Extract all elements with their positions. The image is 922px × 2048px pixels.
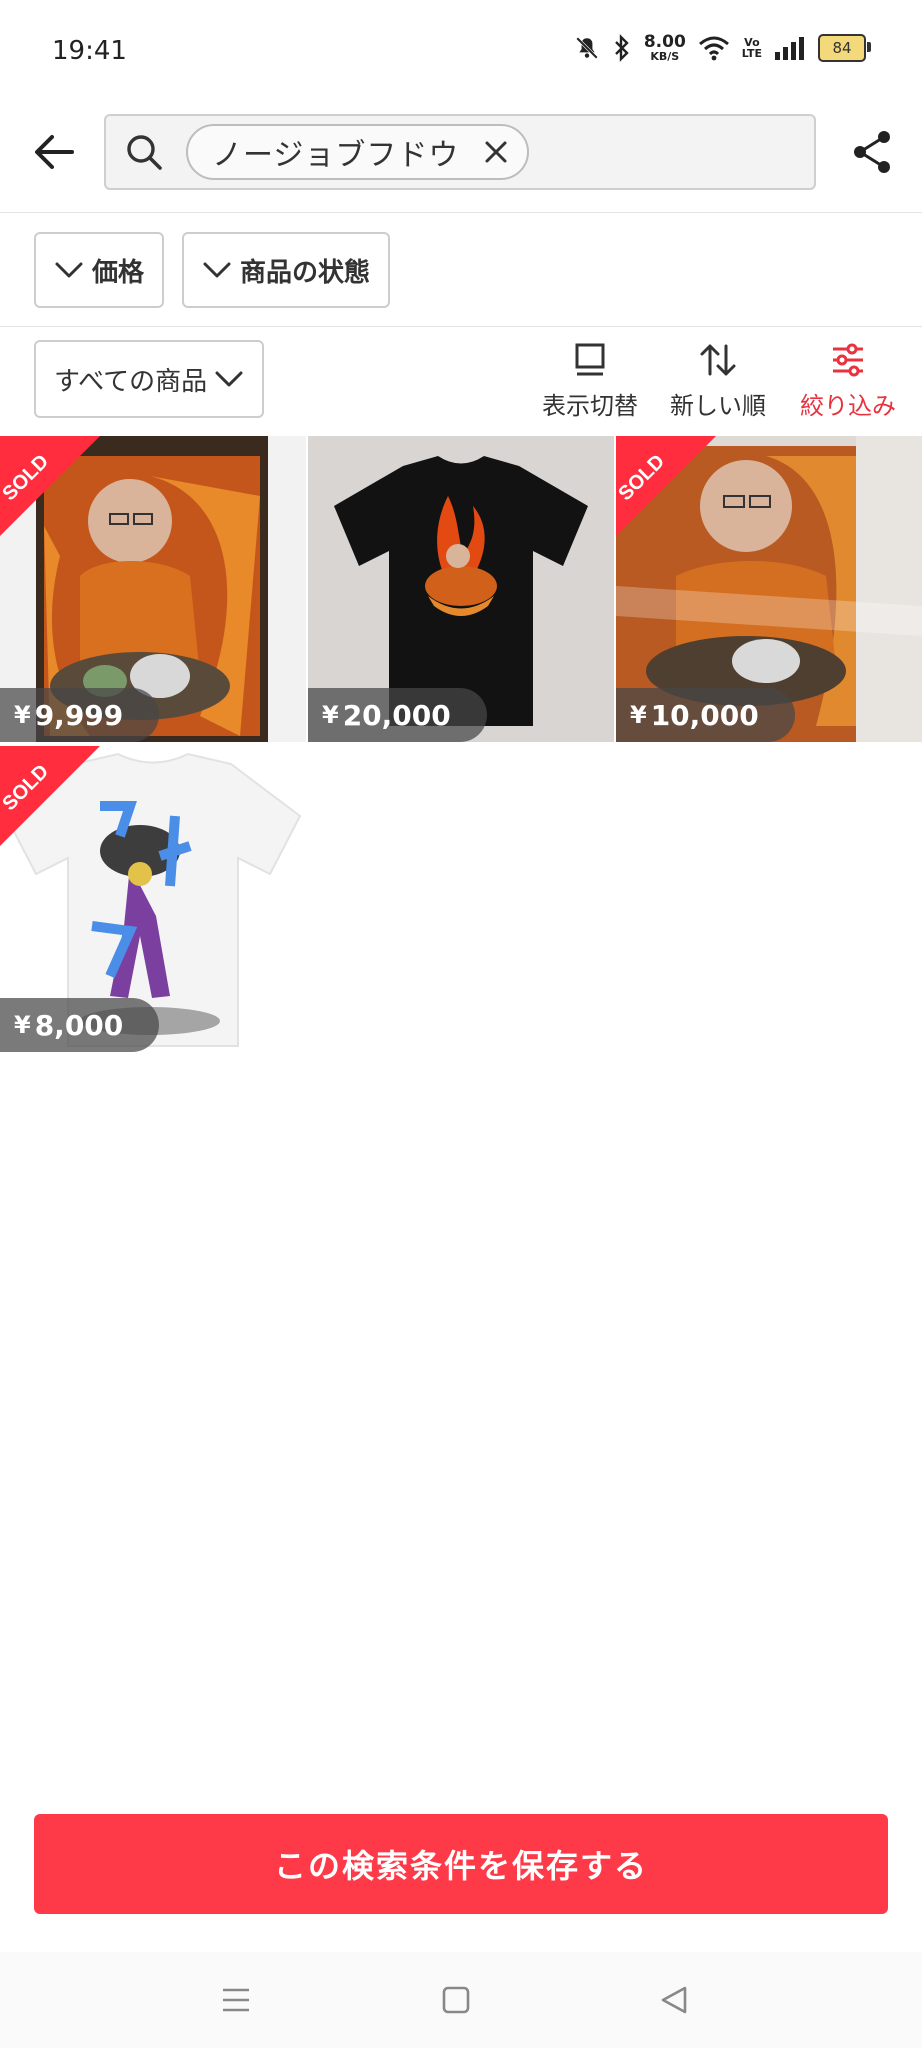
- item-card[interactable]: SOLD ¥ 8,000: [0, 746, 306, 1052]
- price-tag: ¥ 9,999: [0, 688, 160, 742]
- currency-symbol: ¥: [322, 701, 339, 729]
- menu-icon: [223, 1988, 249, 2012]
- sold-badge: SOLD: [0, 436, 100, 536]
- item-card[interactable]: ¥ 20,000: [308, 436, 614, 742]
- condition-filter-button[interactable]: 商品の状態: [182, 232, 391, 308]
- close-icon: [485, 141, 507, 163]
- price-value: 10,000: [650, 698, 759, 732]
- all-items-label: すべての商品: [54, 366, 208, 397]
- chevron-down-icon: [55, 262, 83, 278]
- price-tag: ¥ 20,000: [308, 688, 487, 742]
- divider: [0, 212, 922, 213]
- menu-button[interactable]: [216, 1980, 256, 2020]
- home-icon: [442, 1986, 470, 2014]
- item-card[interactable]: SOLD ¥ 10,000: [616, 436, 922, 742]
- back-triangle-icon: [661, 1986, 687, 2014]
- wifi-icon: [698, 36, 729, 61]
- volte-indicator: Vo LTE: [741, 36, 762, 60]
- item-card[interactable]: SOLD ¥ 9,999: [0, 436, 306, 742]
- view-toggle-label: 表示切替: [542, 392, 638, 420]
- all-items-dropdown[interactable]: すべての商品: [34, 340, 264, 418]
- currency-symbol: ¥: [630, 701, 647, 729]
- currency-symbol: ¥: [14, 1011, 31, 1039]
- view-toggle-button[interactable]: 表示切替: [542, 342, 638, 421]
- search-icon: [127, 135, 162, 170]
- share-icon: [854, 131, 890, 173]
- back-arrow-icon: [35, 135, 74, 169]
- search-keyword: ノージョブフドウ: [212, 138, 460, 173]
- currency-symbol: ¥: [14, 701, 31, 729]
- back-button[interactable]: [24, 122, 84, 182]
- search-input[interactable]: ノージョブフドウ: [104, 114, 816, 190]
- price-filter-label: 価格: [92, 257, 145, 288]
- share-button[interactable]: [842, 122, 902, 182]
- price-value: 8,000: [34, 1008, 124, 1042]
- search-keyword-chip[interactable]: ノージョブフドウ: [186, 124, 530, 180]
- home-button[interactable]: [436, 1980, 476, 2020]
- sort-newest-button[interactable]: 新しい順: [670, 342, 766, 421]
- price-tag: ¥ 10,000: [616, 688, 795, 742]
- clear-keyword-button[interactable]: [481, 137, 511, 167]
- back-system-button[interactable]: [654, 1980, 694, 2020]
- divider: [0, 326, 922, 327]
- network-speed: 8.00 KB/S: [643, 32, 686, 63]
- chevron-down-icon: [203, 262, 231, 278]
- refine-button[interactable]: 絞り込み: [800, 342, 896, 421]
- search-header: ノージョブフドウ: [0, 92, 922, 212]
- save-search-button[interactable]: この検索条件を保存する: [34, 1814, 888, 1914]
- signal-icon: [775, 37, 804, 60]
- price-filter-button[interactable]: 価格: [34, 232, 165, 308]
- refine-label: 絞り込み: [800, 392, 896, 420]
- price-value: 9,999: [34, 698, 124, 732]
- sort-newest-label: 新しい順: [670, 392, 766, 420]
- chevron-down-icon: [215, 371, 243, 387]
- filter-sliders-icon: [833, 343, 863, 377]
- sold-badge: SOLD: [0, 746, 100, 846]
- sold-badge: SOLD: [616, 436, 716, 536]
- mute-bell-icon: [575, 37, 598, 59]
- battery-icon: 84: [818, 34, 871, 62]
- status-time: 19:41: [52, 36, 127, 66]
- bluetooth-icon: [614, 34, 629, 62]
- price-tag: ¥ 8,000: [0, 998, 160, 1052]
- status-icons: 8.00 KB/S Vo LTE 84: [574, 32, 871, 63]
- view-toggle-icon: [575, 343, 605, 376]
- system-nav-bar: [0, 1952, 922, 2048]
- price-value: 20,000: [342, 698, 451, 732]
- condition-filter-label: 商品の状態: [240, 257, 371, 288]
- sort-icon: [700, 344, 736, 376]
